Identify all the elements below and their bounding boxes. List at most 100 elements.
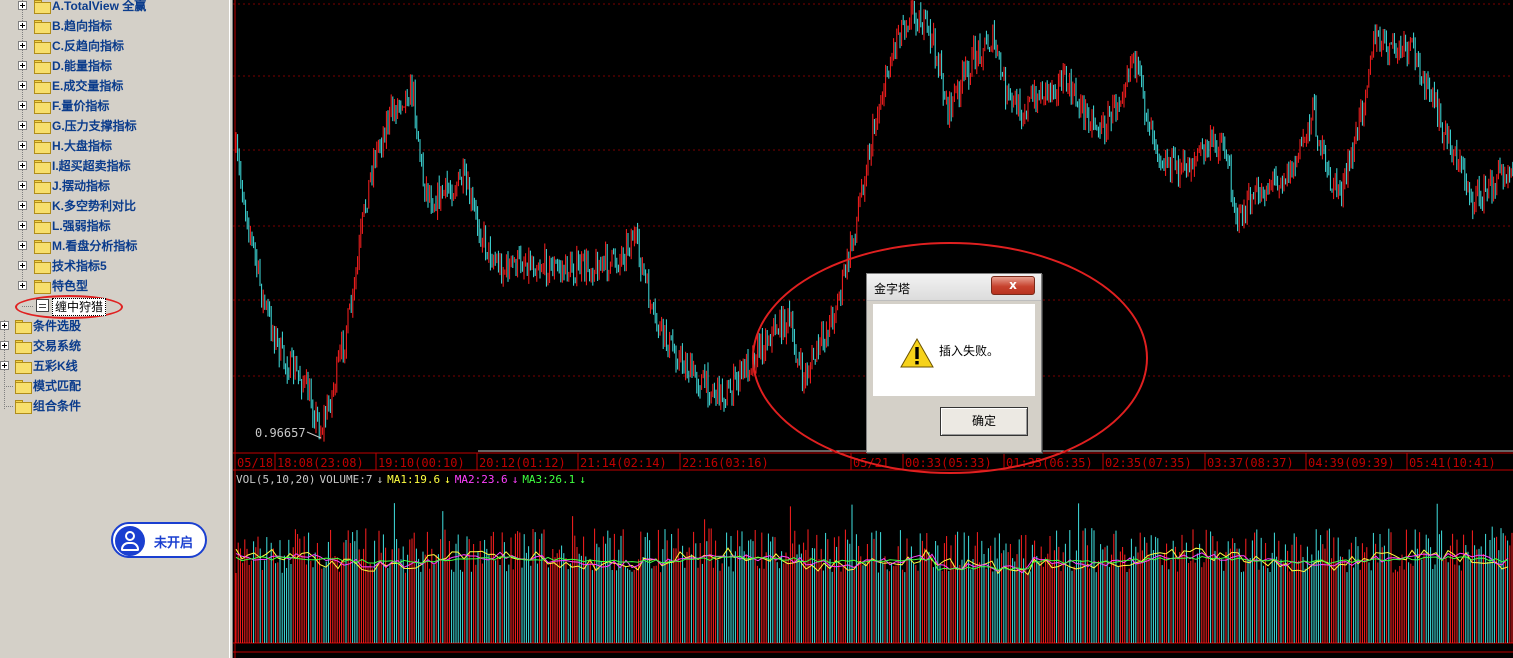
time-axis-label: 21:14(02:14): [580, 456, 667, 470]
expand-icon[interactable]: [18, 221, 27, 230]
tree-item-top-level[interactable]: 交易系统: [0, 336, 229, 356]
tree-item-indicator-group[interactable]: 特色型: [0, 276, 229, 296]
tree-item-indicator-group[interactable]: M.看盘分析指标: [0, 236, 229, 256]
tree-item-indicator-group[interactable]: L.强弱指标: [0, 216, 229, 236]
volume-legend: VOL(5,10,20) VOLUME:7 ↓ MA1:19.6 ↓ MA2:23.6 ↓ M…: [236, 473, 590, 486]
folder-icon: [34, 0, 51, 14]
tree-item-indicator-group[interactable]: E.成交量指标: [0, 76, 229, 96]
folder-icon: [34, 160, 51, 174]
folder-icon: [34, 80, 51, 94]
ma2-value: MA2:23.6: [454, 473, 508, 486]
folder-icon: [15, 400, 32, 414]
tree-item-label: L.强弱指标: [52, 219, 111, 233]
time-axis-label: 05/21: [853, 456, 889, 470]
ma3-value: MA3:26.1: [522, 473, 576, 486]
tree-item-label: 五彩K线: [33, 359, 78, 373]
vol-value: VOLUME:7: [319, 473, 373, 486]
down-arrow-icon: ↓: [511, 473, 519, 486]
tree-item-label-selected[interactable]: 缠中狩猎: [52, 298, 107, 316]
expand-icon[interactable]: [18, 281, 27, 290]
time-axis-label: 05:41(10:41): [1409, 456, 1496, 470]
tree-item-indicator-group[interactable]: B.趋向指标: [0, 16, 229, 36]
tree-item-label: J.摆动指标: [52, 179, 111, 193]
tree-item-label: 交易系统: [33, 339, 82, 353]
tree-item-label: 技术指标5: [52, 259, 107, 273]
tree-item-top-level[interactable]: 组合条件: [0, 396, 229, 416]
folder-icon: [34, 260, 51, 274]
ok-button[interactable]: 确定: [940, 407, 1028, 436]
expand-icon[interactable]: [0, 341, 9, 350]
tree-item-indicator-group[interactable]: I.超买超卖指标: [0, 156, 229, 176]
time-axis-label: 00:33(05:33): [905, 456, 992, 470]
expand-icon[interactable]: [18, 161, 27, 170]
time-axis-label: 20:12(01:12): [479, 456, 566, 470]
user-icon: [115, 526, 145, 556]
dialog-body: 插入失败。: [873, 304, 1035, 396]
tree-item-label: 条件选股: [33, 319, 82, 333]
time-axis-label: 18:08(23:08): [277, 456, 364, 470]
expand-icon[interactable]: [0, 321, 9, 330]
tree-item-top-level[interactable]: 五彩K线: [0, 356, 229, 376]
folder-icon: [34, 20, 51, 34]
folder-icon: [34, 100, 51, 114]
expand-icon[interactable]: [18, 21, 27, 30]
expand-icon[interactable]: [18, 141, 27, 150]
tree-item-top-level[interactable]: 模式匹配: [0, 376, 229, 396]
time-axis-label: 19:10(00:10): [378, 456, 465, 470]
price-low-label: 0.96657: [255, 426, 306, 440]
folder-icon: [34, 200, 51, 214]
tree-item-indicator-group[interactable]: C.反趋向指标: [0, 36, 229, 56]
tree-item-indicator-group[interactable]: A.TotalView 全赢: [0, 0, 229, 16]
expand-icon[interactable]: [18, 121, 27, 130]
folder-icon: [34, 180, 51, 194]
expand-icon[interactable]: [18, 241, 27, 250]
expand-icon[interactable]: [18, 1, 27, 10]
tree-item-label: G.压力支撑指标: [52, 119, 137, 133]
tree-item-top-level[interactable]: 条件选股: [0, 316, 229, 336]
account-status-badge[interactable]: 未开启: [111, 522, 207, 558]
time-axis-label: 03:37(08:37): [1207, 456, 1294, 470]
expand-icon[interactable]: [18, 81, 27, 90]
tree-item-label: H.大盘指标: [52, 139, 113, 153]
tree-item-label: A.TotalView 全赢: [52, 0, 147, 13]
time-axis-label: 04:39(09:39): [1308, 456, 1395, 470]
time-axis-label: 02:35(07:35): [1105, 456, 1192, 470]
folder-icon: [34, 40, 51, 54]
expand-icon[interactable]: [18, 101, 27, 110]
expand-icon[interactable]: [18, 261, 27, 270]
dialog-title: 金字塔: [874, 282, 911, 296]
time-axis-label: 01:35(06:35): [1006, 456, 1093, 470]
expand-icon[interactable]: [18, 181, 27, 190]
folder-icon: [34, 140, 51, 154]
expand-icon[interactable]: [18, 41, 27, 50]
error-dialog[interactable]: 金字塔 x 插入失败。 确定: [866, 273, 1042, 453]
dialog-titlebar[interactable]: 金字塔 x: [867, 274, 1041, 301]
tree-item-indicator-group[interactable]: D.能量指标: [0, 56, 229, 76]
indicator-tree-panel[interactable]: A.TotalView 全赢 B.趋向指标 C.反趋向指标 D.能量指标 E.成交量指标…: [0, 0, 229, 658]
folder-icon: [15, 380, 32, 394]
tree-item-indicator-group[interactable]: H.大盘指标: [0, 136, 229, 156]
tree-item-indicator-group[interactable]: J.摆动指标: [0, 176, 229, 196]
tree-item-label: 模式匹配: [33, 379, 82, 393]
folder-icon: [15, 320, 32, 334]
down-arrow-icon: ↓: [376, 473, 384, 486]
dialog-close-button[interactable]: x: [991, 276, 1035, 295]
time-axis-label: 22:16(03:16): [682, 456, 769, 470]
account-status-label: 未开启: [154, 535, 194, 550]
dialog-message: 插入失败。: [939, 344, 1000, 358]
expand-icon[interactable]: [18, 201, 27, 210]
tree-item-label: C.反趋向指标: [52, 39, 125, 53]
tree-item-indicator-group[interactable]: G.压力支撑指标: [0, 116, 229, 136]
tree-item-label: I.超买超卖指标: [52, 159, 131, 173]
tree-item-label: F.量价指标: [52, 99, 110, 113]
down-arrow-icon: ↓: [444, 473, 451, 486]
tree-item-indicator-group[interactable]: F.量价指标: [0, 96, 229, 116]
expand-icon[interactable]: [18, 61, 27, 70]
time-axis-label: 05/18: [237, 456, 273, 470]
tree-item-indicator-group[interactable]: 技术指标5: [0, 256, 229, 276]
expand-icon[interactable]: [0, 361, 9, 370]
folder-icon: [34, 60, 51, 74]
folder-icon: [15, 360, 32, 374]
tree-item-indicator-group[interactable]: K.多空势利对比: [0, 196, 229, 216]
folder-icon: [34, 280, 51, 294]
